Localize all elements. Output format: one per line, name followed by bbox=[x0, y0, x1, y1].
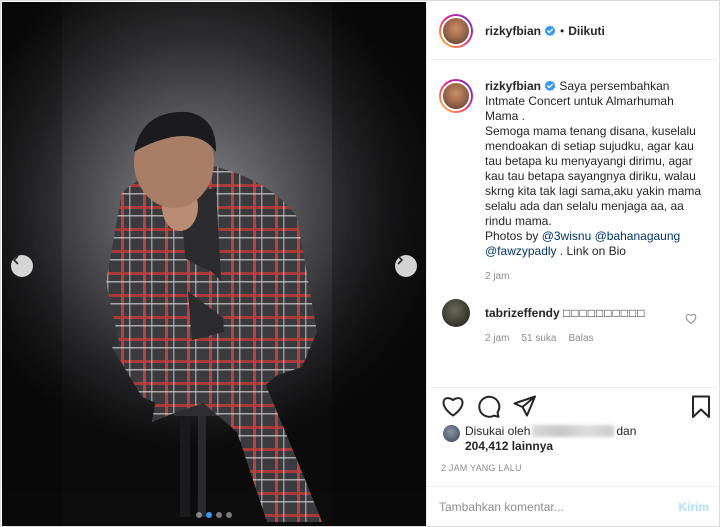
carousel-dot-active bbox=[206, 512, 212, 518]
post-timestamp: 2 JAM YANG LALU bbox=[441, 463, 522, 473]
caption-avatar[interactable] bbox=[439, 79, 473, 113]
comments-list[interactable]: rizkyfbian Saya persembahkan Intmate Con… bbox=[427, 61, 720, 387]
comment-text: □□□□□□□□□□ bbox=[563, 306, 646, 320]
verified-badge-icon bbox=[544, 25, 556, 36]
liked-by-suffix: dan bbox=[616, 424, 637, 438]
caption-username[interactable]: rizkyfbian bbox=[485, 79, 541, 93]
add-comment-input[interactable]: Tambahkan komentar... bbox=[439, 500, 678, 514]
comment-icon[interactable] bbox=[477, 395, 501, 419]
comment-likes[interactable]: 51 suka bbox=[521, 333, 556, 344]
mention-link[interactable]: @fawzypadly bbox=[485, 244, 557, 258]
post-dialog: rizkyfbian • Diikuti rizkyfbian Saya per… bbox=[0, 0, 720, 527]
post-details-pane: rizkyfbian • Diikuti rizkyfbian Saya per… bbox=[426, 2, 720, 527]
carousel-indicator bbox=[2, 512, 426, 518]
commenter-avatar[interactable] bbox=[442, 299, 470, 327]
follow-status-button[interactable]: Diikuti bbox=[568, 24, 605, 38]
commenter-username[interactable]: tabrizeffendy bbox=[485, 306, 560, 320]
action-bar bbox=[427, 387, 720, 427]
caption: rizkyfbian Saya persembahkan Intmate Con… bbox=[427, 61, 720, 284]
caption-time: 2 jam bbox=[485, 271, 510, 282]
carousel-dot bbox=[216, 512, 222, 518]
carousel-dot bbox=[196, 512, 202, 518]
mention-link[interactable]: @3wisnu bbox=[542, 229, 592, 243]
carousel-dot bbox=[226, 512, 232, 518]
reply-button[interactable]: Balas bbox=[568, 333, 593, 344]
bookmark-icon[interactable] bbox=[691, 395, 711, 419]
post-comment-button[interactable]: Kirim bbox=[678, 500, 709, 514]
comment-item: tabrizeffendy □□□□□□□□□□ 2 jam 51 suka B… bbox=[427, 284, 720, 344]
caption-body: Saya persembahkan Intmate Concert untuk … bbox=[485, 79, 702, 243]
photo-illustration bbox=[2, 2, 426, 526]
header-separator: • bbox=[560, 23, 565, 38]
verified-badge-icon bbox=[544, 80, 556, 92]
post-photo[interactable] bbox=[2, 2, 426, 526]
mention-link[interactable]: @bahanagaung bbox=[595, 229, 681, 243]
heart-icon[interactable] bbox=[441, 395, 465, 417]
chevron-left-icon bbox=[13, 255, 19, 265]
comment-time[interactable]: 2 jam bbox=[485, 333, 509, 344]
share-icon[interactable] bbox=[513, 395, 537, 417]
chevron-right-icon bbox=[397, 255, 403, 265]
caption-tail: . Link on Bio bbox=[559, 244, 626, 258]
author-avatar[interactable] bbox=[439, 13, 473, 48]
likes-count[interactable]: 204,412 lainnya bbox=[465, 439, 553, 453]
liker-avatar[interactable] bbox=[443, 425, 460, 442]
likes-summary: Disukai oleh dan 204,412 lainnya bbox=[443, 424, 636, 454]
blurred-liker-name bbox=[532, 425, 615, 437]
post-header: rizkyfbian • Diikuti bbox=[427, 2, 720, 60]
previous-photo-button[interactable] bbox=[11, 255, 33, 277]
liked-by-prefix: Disukai oleh bbox=[465, 424, 531, 438]
author-username[interactable]: rizkyfbian bbox=[485, 24, 541, 38]
caption-text: rizkyfbian Saya persembahkan Intmate Con… bbox=[485, 79, 705, 259]
comment-heart-icon[interactable] bbox=[685, 313, 697, 324]
next-photo-button[interactable] bbox=[395, 255, 417, 277]
add-comment-bar: Tambahkan komentar... Kirim bbox=[427, 486, 720, 527]
